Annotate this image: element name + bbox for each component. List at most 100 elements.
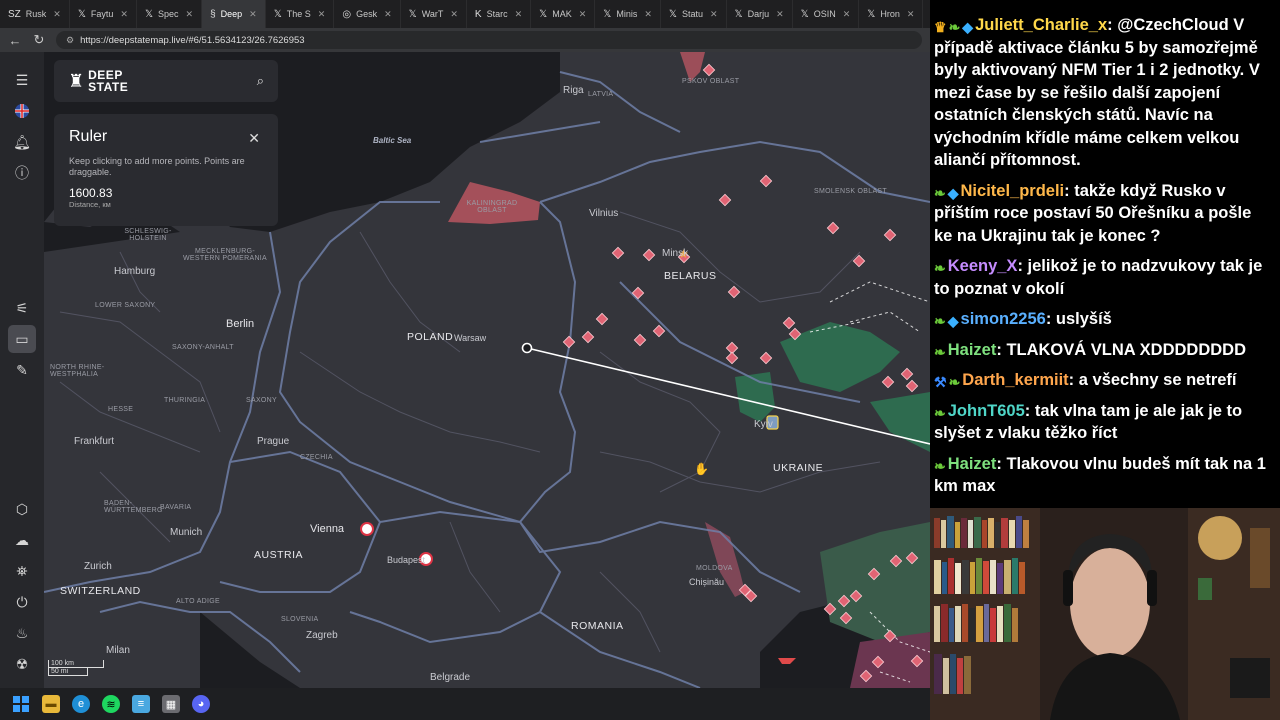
chat-username[interactable]: Haizet: [948, 455, 997, 473]
draw-tool-icon[interactable]: ✎: [8, 356, 36, 384]
leaf-badge-icon: ❧: [934, 260, 946, 276]
calculator-icon[interactable]: ▦: [162, 695, 180, 713]
chat-separator: :: [1107, 16, 1118, 34]
edge-browser-icon[interactable]: e: [72, 695, 90, 713]
discord-icon[interactable]: ◕: [192, 695, 210, 713]
region-label-saxony-anhalt: SAXONY-ANHALT: [172, 344, 234, 351]
chat-separator: :: [1045, 310, 1056, 328]
info-icon[interactable]: ⓘ: [8, 159, 36, 187]
tab-close-icon[interactable]: ✕: [120, 9, 128, 20]
chat-username[interactable]: JohnT605: [948, 402, 1025, 420]
ruler-point[interactable]: [521, 342, 533, 354]
city-label-riga: Riga: [563, 85, 584, 96]
region-label-lower-saxony: LOWER SAXONY: [95, 302, 156, 309]
browser-tab[interactable]: 𝕏 Statu ✕: [661, 0, 727, 28]
tab-label: Statu: [681, 9, 703, 19]
tab-close-icon[interactable]: ✕: [579, 9, 587, 20]
city-label-munich: Munich: [170, 527, 203, 538]
browser-tab[interactable]: 𝕏 WarT ✕: [401, 0, 467, 28]
chat-username[interactable]: Darth_kermiit: [962, 371, 1068, 389]
tab-label: Minis: [616, 9, 638, 19]
tab-close-icon[interactable]: ✕: [249, 9, 257, 20]
site-info-icon[interactable]: ⚙: [66, 35, 74, 46]
url-field[interactable]: ⚙ https://deepstatemap.live/#6/51.563412…: [56, 31, 922, 49]
chat-username[interactable]: Nicitel_prdeli: [961, 182, 1065, 200]
map-layers-icon[interactable]: ⬡: [8, 495, 36, 523]
deepstate-logo[interactable]: DEEP STATE: [88, 69, 128, 93]
chat-username[interactable]: Haizet: [948, 341, 997, 359]
notepad-icon[interactable]: ≡: [132, 695, 150, 713]
city-label-kyiv: Kyiv: [754, 419, 773, 430]
chat-message: ❧ ◆ Nicitel_prdeli: takže když Rusko v pří…: [934, 180, 1274, 248]
city-label-warsaw: Warsaw: [454, 333, 487, 343]
tab-close-icon[interactable]: ✕: [318, 9, 326, 20]
chat-separator: :: [1064, 181, 1075, 200]
tab-close-icon[interactable]: ✕: [907, 9, 915, 20]
back-arrow-icon[interactable]: ←: [8, 33, 22, 48]
browser-tab[interactable]: K Starc ✕: [467, 0, 532, 28]
chat-username[interactable]: Juliett_Charlie_x: [975, 16, 1107, 34]
chat-text: uslyšíš: [1055, 310, 1112, 328]
browser-tab[interactable]: 𝕏 Faytu ✕: [70, 0, 137, 28]
tab-close-icon[interactable]: ✕: [710, 9, 718, 20]
region-label-baden: BADEN-WÜRTTEMBERG: [104, 500, 163, 514]
ruler-tool-icon[interactable]: ▭: [8, 325, 36, 353]
browser-tab[interactable]: 𝕏 Hron ✕: [859, 0, 924, 28]
tab-close-icon[interactable]: ✕: [776, 9, 784, 20]
chat-username[interactable]: simon2256: [961, 310, 1046, 328]
notification-bell-icon[interactable]: 🔔︎: [8, 128, 36, 156]
browser-tab[interactable]: 𝕏 Darju ✕: [727, 0, 793, 28]
logo-panel: ♜ DEEP STATE ⌕: [54, 60, 278, 102]
filters-icon[interactable]: ⚟: [8, 294, 36, 322]
close-icon[interactable]: ✕: [248, 130, 260, 147]
browser-tab[interactable]: 𝕏OSIN✕: [923, 0, 930, 28]
tab-label: Deep: [220, 9, 243, 19]
tab-close-icon[interactable]: ✕: [515, 9, 523, 20]
tab-close-icon[interactable]: ✕: [53, 9, 61, 20]
uk-flag-icon[interactable]: [8, 97, 36, 125]
browser-tab[interactable]: 𝕏 The S ✕: [266, 0, 335, 28]
region-label-hesse: HESSE: [108, 406, 134, 413]
chat-separator: :: [996, 340, 1007, 359]
browser-tab[interactable]: ◎ Gesk ✕: [334, 0, 401, 28]
tab-close-icon[interactable]: ✕: [450, 9, 458, 20]
tab-close-icon[interactable]: ✕: [186, 9, 194, 20]
chat-message: ❧ Keeny_X: jelikož je to nadzvukovy tak j…: [934, 255, 1274, 300]
leaf-badge-icon: ❧: [934, 457, 946, 474]
tab-favicon-icon: 𝕏: [603, 8, 612, 20]
tab-close-icon[interactable]: ✕: [843, 9, 851, 20]
reload-icon[interactable]: ↻: [32, 32, 46, 48]
browser-tab[interactable]: 𝕏 MAK ✕: [531, 0, 596, 28]
file-explorer-icon[interactable]: ▬: [42, 695, 60, 713]
tab-close-icon[interactable]: ✕: [384, 9, 392, 20]
chat-message: ❧ Haizet: Tlakovou vlnu budeš mít tak na …: [934, 453, 1274, 498]
cube-badge-icon: ◆: [947, 313, 959, 329]
satellite-icon[interactable]: ⛯: [8, 557, 36, 585]
chat-separator: :: [1017, 257, 1028, 275]
tab-favicon-icon: 𝕏: [77, 8, 86, 20]
city-label-hamburg: Hamburg: [114, 266, 156, 277]
spotify-icon[interactable]: ≋: [102, 695, 120, 713]
chat-username[interactable]: Keeny_X: [948, 257, 1018, 275]
country-label-switzerland: SWITZERLAND: [60, 585, 141, 597]
leaf-badge-icon: ❧: [934, 343, 946, 360]
chat-message: ❧ Haizet: TLAKOVÁ VLNA XDDDDDDDD: [934, 339, 1274, 362]
browser-tab[interactable]: SZ Rusk ✕: [0, 0, 70, 28]
crown-badge-icon: ♛: [934, 19, 947, 35]
weather-cloud-icon[interactable]: ☁: [8, 526, 36, 554]
browser-tab[interactable]: § Deep ✕: [202, 0, 266, 28]
tab-close-icon[interactable]: ✕: [644, 9, 652, 20]
browser-tab[interactable]: 𝕏OSIN✕: [793, 0, 860, 28]
scale-km: 100 km: [48, 660, 104, 668]
browser-tab[interactable]: 𝕏 Minis ✕: [595, 0, 661, 28]
radiation-icon[interactable]: ☢: [8, 650, 36, 678]
region-label-saxony: SAXONY: [246, 397, 277, 404]
menu-icon[interactable]: ☰: [8, 66, 36, 94]
fire-icon[interactable]: ♨: [8, 619, 36, 647]
search-icon[interactable]: ⌕: [257, 73, 264, 89]
region-label-kaliningrad: KALININGRAD OBLAST: [466, 200, 518, 214]
browser-tab[interactable]: 𝕏 Spec ✕: [137, 0, 203, 28]
tab-favicon-icon: 𝕏: [867, 8, 876, 20]
windows-start-icon[interactable]: [12, 695, 30, 713]
power-plant-icon[interactable]: ⏻: [8, 588, 36, 616]
